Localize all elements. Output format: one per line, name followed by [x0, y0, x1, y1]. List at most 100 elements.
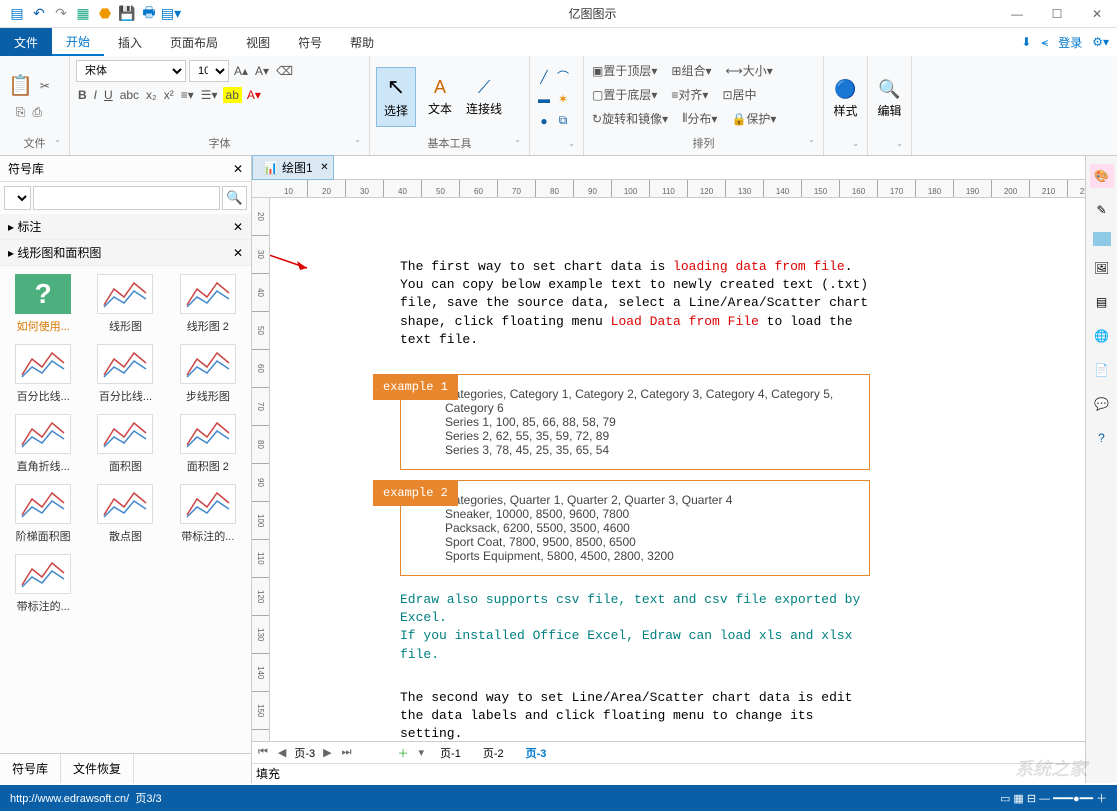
page-first-icon[interactable]: ⏮: [256, 746, 270, 759]
group-button[interactable]: ⊞ 组合▾: [669, 60, 713, 81]
highlight-icon[interactable]: ab: [223, 87, 242, 103]
shape-item-7[interactable]: 面积图: [90, 414, 160, 474]
shape-item-9[interactable]: 阶梯面积图: [8, 484, 78, 544]
rb-layer-icon[interactable]: ▤: [1090, 290, 1114, 314]
page-prev-icon[interactable]: ◀: [276, 746, 288, 759]
shape-item-2[interactable]: 线形图 2: [173, 274, 243, 334]
paste-icon[interactable]: 📋: [6, 71, 35, 100]
rb-help-icon[interactable]: ?: [1090, 426, 1114, 450]
qat-print-icon[interactable]: 🖶: [140, 5, 158, 23]
align-button[interactable]: ≡ 对齐▾: [669, 84, 710, 105]
shape-item-0[interactable]: ?如何使用...: [8, 274, 78, 334]
login-link[interactable]: 登录: [1058, 34, 1082, 51]
rotate-button[interactable]: ↻ 旋转和镜像▾: [590, 108, 670, 129]
shape-item-6[interactable]: 直角折线...: [8, 414, 78, 474]
shape-item-5[interactable]: 步线形图: [173, 344, 243, 404]
line-shape-icon[interactable]: ╱: [536, 69, 552, 85]
rb-comment-icon[interactable]: 💬: [1090, 392, 1114, 416]
strike-icon[interactable]: abc: [118, 86, 141, 104]
category-line-area[interactable]: ▸ 线形图和面积图✕: [0, 240, 251, 266]
connector-tool-button[interactable]: ⟋ 连接线: [464, 67, 504, 127]
italic-icon[interactable]: I: [92, 86, 99, 104]
style-button[interactable]: 🔵 样式: [830, 69, 861, 129]
qat-new-icon[interactable]: ▦: [74, 5, 92, 23]
settings-icon[interactable]: ⚙▾: [1092, 35, 1109, 49]
bold-icon[interactable]: B: [76, 86, 89, 104]
text-tool-button[interactable]: A 文本: [420, 67, 460, 127]
qat-redo-icon[interactable]: ↷: [52, 5, 70, 23]
shape-item-11[interactable]: 带标注的...: [173, 484, 243, 544]
star-icon[interactable]: ✶: [555, 91, 571, 107]
export-icon[interactable]: ⬇: [1021, 35, 1031, 49]
bullet-icon[interactable]: ≡▾: [179, 86, 196, 104]
shape-item-3[interactable]: 百分比线...: [8, 344, 78, 404]
shape-item-12[interactable]: 带标注的...: [8, 554, 78, 614]
menu-tab-home[interactable]: 开始: [52, 28, 104, 56]
search-scope-select[interactable]: [4, 186, 31, 210]
menu-tab-layout[interactable]: 页面布局: [156, 28, 232, 56]
page-tab-2[interactable]: 页-2: [475, 743, 512, 763]
font-color-icon[interactable]: A▾: [245, 86, 263, 104]
page-next-icon[interactable]: ▶: [321, 746, 333, 759]
arc-icon[interactable]: ⌒: [555, 69, 571, 85]
subscript-icon[interactable]: x₂: [144, 86, 159, 104]
menu-tab-symbol[interactable]: 符号: [284, 28, 336, 56]
rb-web-icon[interactable]: 🌐: [1090, 324, 1114, 348]
shape-item-4[interactable]: 百分比线...: [90, 344, 160, 404]
list-icon[interactable]: ☰▾: [199, 86, 220, 104]
distribute-button[interactable]: ⦀ 分布▾: [680, 108, 719, 129]
font-shrink-icon[interactable]: A▾: [253, 62, 271, 80]
shape-item-1[interactable]: 线形图: [90, 274, 160, 334]
shape-item-10[interactable]: 散点图: [90, 484, 160, 544]
format-icon[interactable]: ⎙: [30, 103, 44, 122]
rb-theme-icon[interactable]: 🎨: [1090, 164, 1114, 188]
size-button[interactable]: ⟷ 大小▾: [724, 60, 775, 81]
select-tool-button[interactable]: ↖ 选择: [376, 67, 416, 127]
tab-close-icon[interactable]: ✕: [320, 162, 328, 173]
qat-save2-icon[interactable]: 💾: [118, 5, 136, 23]
menu-tab-insert[interactable]: 插入: [104, 28, 156, 56]
minimize-button[interactable]: —: [997, 0, 1037, 28]
crop-icon[interactable]: ⧉: [555, 113, 571, 129]
edit-button[interactable]: 🔍 编辑: [874, 69, 905, 129]
clear-format-icon[interactable]: ⌫: [274, 62, 295, 80]
rb-doc-icon[interactable]: 📄: [1090, 358, 1114, 382]
symbol-search-input[interactable]: [33, 186, 220, 210]
page-tab-1[interactable]: 页-1: [432, 743, 469, 763]
share-icon[interactable]: ⪪: [1041, 35, 1048, 50]
status-url[interactable]: http://www.edrawsoft.cn/: [10, 793, 129, 805]
menu-tab-view[interactable]: 视图: [232, 28, 284, 56]
font-size-select[interactable]: 10: [189, 60, 229, 82]
document-tab[interactable]: 📊 绘图1 ✕: [252, 155, 334, 180]
page-last-icon[interactable]: ⏭: [340, 746, 354, 759]
underline-icon[interactable]: U: [102, 86, 115, 104]
search-button[interactable]: 🔍: [222, 186, 247, 210]
qat-open-icon[interactable]: ⬣: [96, 5, 114, 23]
font-name-select[interactable]: 宋体: [76, 60, 186, 82]
shape-item-8[interactable]: 面积图 2: [173, 414, 243, 474]
menu-tab-help[interactable]: 帮助: [336, 28, 388, 56]
sidebar-tab-library[interactable]: 符号库: [0, 754, 61, 783]
cut-icon[interactable]: ✂: [38, 77, 52, 95]
page-tab-3[interactable]: 页-3: [518, 743, 555, 763]
protect-button[interactable]: 🔒 保护▾: [729, 108, 778, 129]
ellipse-icon[interactable]: ●: [536, 113, 552, 129]
sidebar-tab-recover[interactable]: 文件恢复: [61, 754, 134, 783]
sidebar-close-icon[interactable]: ✕: [233, 162, 243, 176]
menu-file[interactable]: 文件: [0, 28, 52, 56]
superscript-icon[interactable]: x²: [162, 86, 176, 104]
rb-image-icon[interactable]: 🖼: [1090, 256, 1114, 280]
maximize-button[interactable]: ☐: [1037, 0, 1077, 28]
rect-icon[interactable]: ▬: [536, 91, 552, 107]
send-back-button[interactable]: ▢ 置于底层▾: [590, 84, 659, 105]
qat-save-icon[interactable]: ▤: [8, 5, 26, 23]
bring-front-button[interactable]: ▣ 置于顶层▾: [590, 60, 659, 81]
center-button[interactable]: ⊡ 居中: [720, 84, 758, 105]
qat-undo-icon[interactable]: ↶: [30, 5, 48, 23]
category-callouts[interactable]: ▸ 标注✕: [0, 214, 251, 240]
close-button[interactable]: ✕: [1077, 0, 1117, 28]
rb-fill-icon[interactable]: [1093, 232, 1111, 246]
font-grow-icon[interactable]: A▴: [232, 62, 250, 80]
canvas[interactable]: The first way to set chart data is loadi…: [270, 198, 1085, 741]
rb-pen-icon[interactable]: ✎: [1090, 198, 1114, 222]
